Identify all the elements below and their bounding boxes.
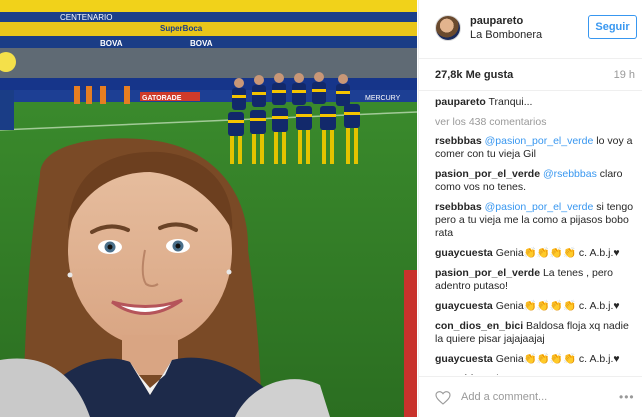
stadium-selfie-image: CENTENARIO SuperBoca BOVA BOVA GATORADE … bbox=[0, 0, 417, 417]
banner-text: BOVA bbox=[100, 39, 123, 48]
comment-username[interactable]: guaycuesta bbox=[435, 300, 493, 312]
comment-username[interactable]: rsebbbas bbox=[435, 135, 482, 147]
comment-item: con_dios_en_bici Baldosa floja xq nadie … bbox=[435, 320, 635, 346]
caption-username[interactable]: paupareto bbox=[435, 96, 486, 108]
comment-mention[interactable]: @pasion_por_el_verde bbox=[485, 135, 594, 147]
caption-text: Tranqui... bbox=[488, 96, 533, 108]
more-options-icon[interactable]: ••• bbox=[619, 390, 635, 404]
likes-count[interactable]: 27,8k Me gusta bbox=[435, 69, 513, 81]
heart-icon[interactable] bbox=[435, 390, 451, 406]
banner-text: SuperBoca bbox=[160, 24, 203, 33]
banner-text: BOVA bbox=[190, 39, 213, 48]
comment-username[interactable]: con_dios_en_bici bbox=[435, 320, 523, 332]
post-photo[interactable]: CENTENARIO SuperBoca BOVA BOVA GATORADE … bbox=[0, 0, 417, 417]
banner-text: MERCURY bbox=[365, 95, 401, 102]
comment-username[interactable]: rsebbbas bbox=[435, 201, 482, 213]
comment-item: guaycuesta Genia👏👏👏👏 c. A.b.j.♥ bbox=[435, 247, 635, 260]
comment-text: Genia👏👏👏👏 c. A.b.j.♥ bbox=[495, 300, 620, 312]
comment-username[interactable]: guaycuesta bbox=[435, 247, 493, 259]
comment-text: Genia👏👏👏👏 c. A.b.j.♥ bbox=[495, 353, 620, 365]
comments-list[interactable]: paupareto Tranqui... ver los 438 comenta… bbox=[435, 96, 635, 375]
comment-item: rsebbbas @pasion_por_el_verde si tengo p… bbox=[435, 201, 635, 240]
location-link[interactable]: La Bombonera bbox=[470, 29, 542, 41]
comment-bar: Add a comment... ••• bbox=[419, 376, 642, 418]
comment-item: rsebbbas @pasion_por_el_verde lo voy a c… bbox=[435, 135, 635, 161]
caption: paupareto Tranqui... bbox=[435, 96, 635, 109]
view-all-comments-link[interactable]: ver los 438 comentarios bbox=[435, 116, 635, 128]
comment-item: ayeeebj Geniaaaaa bbox=[435, 373, 635, 375]
username-link[interactable]: paupareto bbox=[470, 15, 523, 27]
comment-username[interactable]: ayeeebj bbox=[435, 373, 474, 375]
comment-item: pasion_por_el_verde @rsebbbas claro como… bbox=[435, 168, 635, 194]
comment-item: guaycuesta Genia👏👏👏👏 c. A.b.j.♥ bbox=[435, 300, 635, 313]
comment-username[interactable]: guaycuesta bbox=[435, 353, 493, 365]
comment-text: Geniaaaaa bbox=[476, 373, 527, 375]
timestamp: 19 h bbox=[613, 69, 635, 81]
comment-mention[interactable]: @pasion_por_el_verde bbox=[485, 201, 594, 213]
comment-item: pasion_por_el_verde La tenes , pero aden… bbox=[435, 267, 635, 293]
post-header: paupareto La Bombonera Seguir bbox=[419, 0, 642, 59]
comment-username[interactable]: pasion_por_el_verde bbox=[435, 267, 540, 279]
comment-text: Genia👏👏👏👏 c. A.b.j.♥ bbox=[495, 247, 620, 259]
post-side-panel: paupareto La Bombonera Seguir 27,8k Me g… bbox=[418, 0, 642, 417]
banner-text: CENTENARIO bbox=[60, 13, 112, 22]
instagram-post: CENTENARIO SuperBoca BOVA BOVA GATORADE … bbox=[0, 0, 642, 417]
comment-username[interactable]: pasion_por_el_verde bbox=[435, 168, 540, 180]
banner-text: GATORADE bbox=[142, 95, 182, 102]
comment-mention[interactable]: @rsebbbas bbox=[543, 168, 597, 180]
follow-button[interactable]: Seguir bbox=[588, 15, 637, 39]
post-stats: 27,8k Me gusta 19 h bbox=[419, 58, 642, 91]
avatar[interactable] bbox=[435, 15, 461, 41]
comment-items: rsebbbas @pasion_por_el_verde lo voy a c… bbox=[435, 135, 635, 375]
comment-item: guaycuesta Genia👏👏👏👏 c. A.b.j.♥ bbox=[435, 353, 635, 366]
add-comment-input[interactable]: Add a comment... bbox=[461, 391, 547, 403]
